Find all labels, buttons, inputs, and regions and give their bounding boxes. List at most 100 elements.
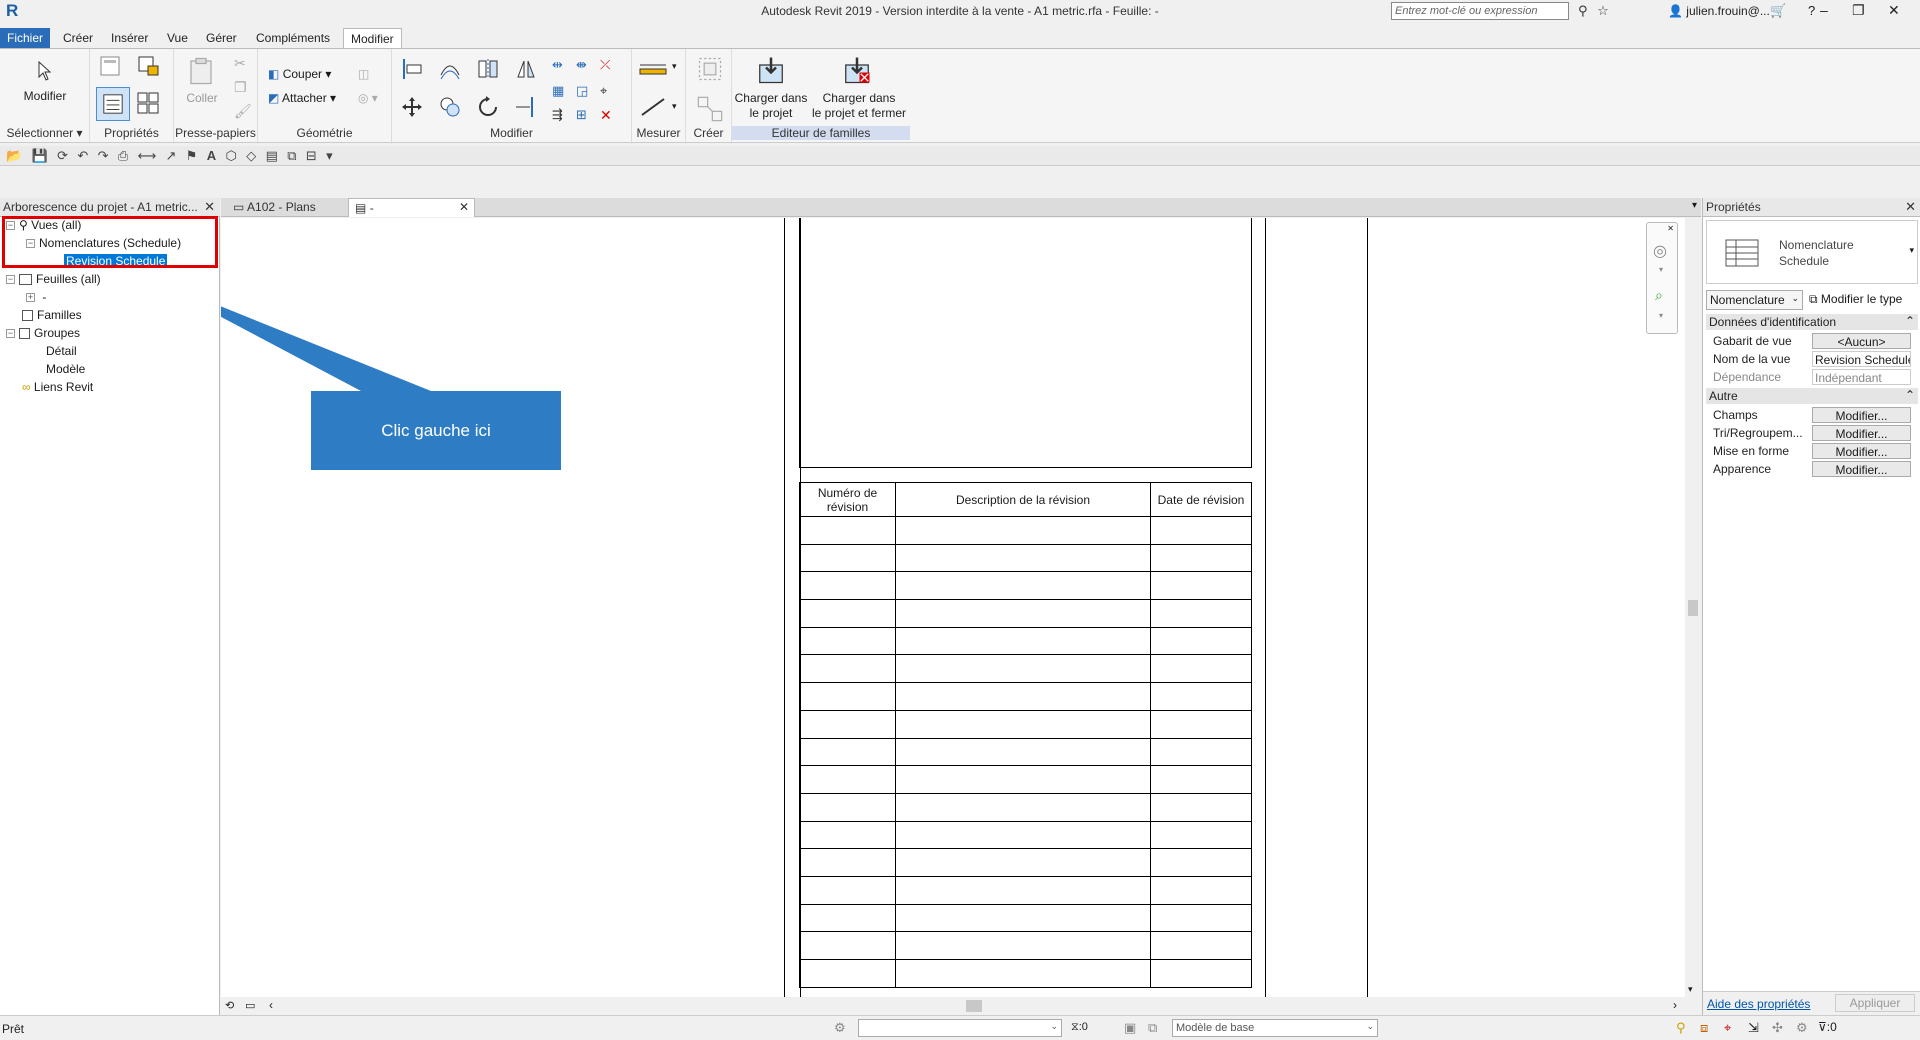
family-types-icon[interactable] <box>136 91 160 115</box>
sync-icon[interactable]: ⟳ <box>57 148 68 164</box>
table-cell[interactable] <box>799 654 896 684</box>
collapse-icon[interactable]: − <box>6 329 15 339</box>
chevron-down-icon[interactable]: ▾ <box>1909 245 1914 256</box>
view-template-button[interactable]: <Aucun> <box>1812 333 1911 349</box>
expand-icon[interactable]: + <box>26 293 35 303</box>
table-cell[interactable] <box>895 599 1151 628</box>
appearance-edit-button[interactable]: Modifier... <box>1812 461 1911 477</box>
table-cell[interactable] <box>1150 903 1252 933</box>
paste-icon[interactable] <box>186 55 216 87</box>
table-cell[interactable] <box>799 682 896 711</box>
tag-icon[interactable]: ⚑ <box>186 148 198 164</box>
collapse-icon[interactable]: − <box>6 275 15 285</box>
tab-modify[interactable]: Modifier <box>343 28 402 48</box>
create-similar-icon[interactable] <box>696 95 724 123</box>
edit-type-button[interactable]: ⧉ Modifier le type <box>1809 292 1902 307</box>
table-cell[interactable] <box>895 875 1151 905</box>
table-cell[interactable] <box>1150 848 1252 877</box>
table-cell[interactable] <box>799 543 896 573</box>
star-icon[interactable]: ☆ <box>1597 3 1609 18</box>
tab-manage[interactable]: Gérer <box>199 28 244 48</box>
table-row[interactable] <box>799 626 1252 656</box>
table-cell[interactable] <box>895 654 1151 684</box>
move-icon[interactable] <box>400 95 424 119</box>
scroll-left-icon[interactable]: ‹ <box>269 998 273 1012</box>
apply-button[interactable]: Appliquer <box>1835 994 1915 1012</box>
table-row[interactable] <box>799 931 1252 960</box>
table-cell[interactable] <box>799 848 896 877</box>
select-by-face-icon[interactable]: ⇲ <box>1748 1020 1759 1036</box>
chevron-down-icon[interactable]: ▾ <box>1659 265 1663 274</box>
select-pinned-icon[interactable]: ⌖ <box>1724 1020 1731 1036</box>
type-properties-icon[interactable] <box>98 54 122 78</box>
align-icon[interactable] <box>400 57 424 81</box>
scale-icon[interactable]: ◲ <box>576 83 588 99</box>
match-properties-icon[interactable]: 🖌 <box>234 103 252 120</box>
select-links-icon[interactable]: ⚲ <box>1676 1020 1686 1036</box>
split-element-icon[interactable]: ⇹ <box>552 57 563 73</box>
worksharing-icon[interactable]: ⚙ <box>834 1020 846 1036</box>
table-cell[interactable] <box>799 516 896 545</box>
doc-tab-plans[interactable]: ▭ A102 - Plans <box>227 198 322 217</box>
table-cell[interactable] <box>895 737 1151 767</box>
tree-sheets[interactable]: − Feuilles (all) <box>6 272 101 286</box>
open-icon[interactable]: 📂 <box>6 148 22 164</box>
user-account[interactable]: 👤 julien.frouin@... <box>1668 4 1770 18</box>
table-row[interactable] <box>799 875 1252 905</box>
close-icon[interactable]: ✕ <box>1888 2 1900 19</box>
properties-help-link[interactable]: Aide des propriétés <box>1707 997 1810 1011</box>
load-and-close-button[interactable]: Charger dans le projet et fermer <box>808 91 910 121</box>
background-process-icon[interactable]: ⚙ <box>1796 1020 1808 1036</box>
table-cell[interactable] <box>799 903 896 933</box>
table-cell[interactable] <box>1150 737 1252 767</box>
design-options-icon[interactable]: ▣ <box>1124 1020 1136 1036</box>
zoom-icon[interactable]: ⌕ <box>1655 287 1663 304</box>
table-row[interactable] <box>799 848 1252 877</box>
fields-edit-button[interactable]: Modifier... <box>1812 407 1911 423</box>
editable-only-icon[interactable]: ⧖:0 <box>1071 1021 1088 1034</box>
measure-between-icon[interactable] <box>638 57 668 81</box>
measure-dropdown-icon[interactable]: ▾ <box>672 61 677 72</box>
array-icon[interactable]: ▦ <box>552 83 564 99</box>
tree-revit-links[interactable]: ∞ Liens Revit <box>22 380 93 394</box>
close-icon[interactable]: ✕ <box>1667 224 1674 233</box>
table-row[interactable] <box>799 599 1252 628</box>
join-icon[interactable]: ◫ <box>358 67 369 81</box>
tab-addins[interactable]: Compléments <box>249 28 337 48</box>
tabs-dropdown-icon[interactable]: ▾ <box>1692 200 1697 211</box>
drag-elements-icon[interactable]: ✣ <box>1772 1020 1783 1036</box>
design-option-set-icon[interactable]: ⧉ <box>1148 1020 1157 1036</box>
table-row[interactable] <box>799 709 1252 739</box>
table-cell[interactable] <box>895 516 1151 545</box>
table-cell[interactable] <box>895 931 1151 960</box>
tree-groups[interactable]: − Groupes <box>6 326 80 340</box>
filter-icon[interactable]: ⊽:0 <box>1818 1020 1837 1034</box>
pin-icon[interactable]: ⌖ <box>600 83 607 99</box>
text-icon[interactable]: A <box>207 148 216 163</box>
table-cell[interactable] <box>799 792 896 822</box>
table-row[interactable] <box>799 571 1252 601</box>
properties-button[interactable] <box>96 87 130 121</box>
tree-sheet-dash[interactable]: + - <box>26 290 46 304</box>
switch-windows-icon[interactable]: ⊟ <box>306 148 317 164</box>
thin-lines-icon[interactable]: ▤ <box>266 148 278 164</box>
section-icon[interactable]: ◇ <box>246 148 256 164</box>
table-cell[interactable] <box>1150 931 1252 960</box>
rotate-icon[interactable] <box>476 95 500 119</box>
dimension-icon[interactable] <box>638 95 668 119</box>
table-row[interactable] <box>799 792 1252 822</box>
tree-detail[interactable]: Détail <box>46 344 77 358</box>
table-cell[interactable] <box>895 682 1151 711</box>
tree-families[interactable]: Familles <box>22 308 82 322</box>
group-identity-data[interactable]: Données d'identification ⌃ <box>1706 314 1918 330</box>
panel-select-label[interactable]: Sélectionner ▾ <box>0 126 89 140</box>
instance-filter-select[interactable]: Nomenclature ⌄ <box>1706 290 1803 310</box>
table-row[interactable] <box>799 682 1252 711</box>
help-search-input[interactable]: Entrez mot-clé ou expression <box>1391 2 1569 20</box>
table-cell[interactable] <box>799 931 896 960</box>
load-into-project-button[interactable]: Charger dans le projet <box>732 91 810 121</box>
table-cell[interactable] <box>799 599 896 628</box>
table-row[interactable] <box>799 516 1252 545</box>
scroll-right-icon[interactable]: › <box>1673 998 1677 1012</box>
type-selector[interactable]: Nomenclature Schedule ▾ <box>1706 220 1918 284</box>
